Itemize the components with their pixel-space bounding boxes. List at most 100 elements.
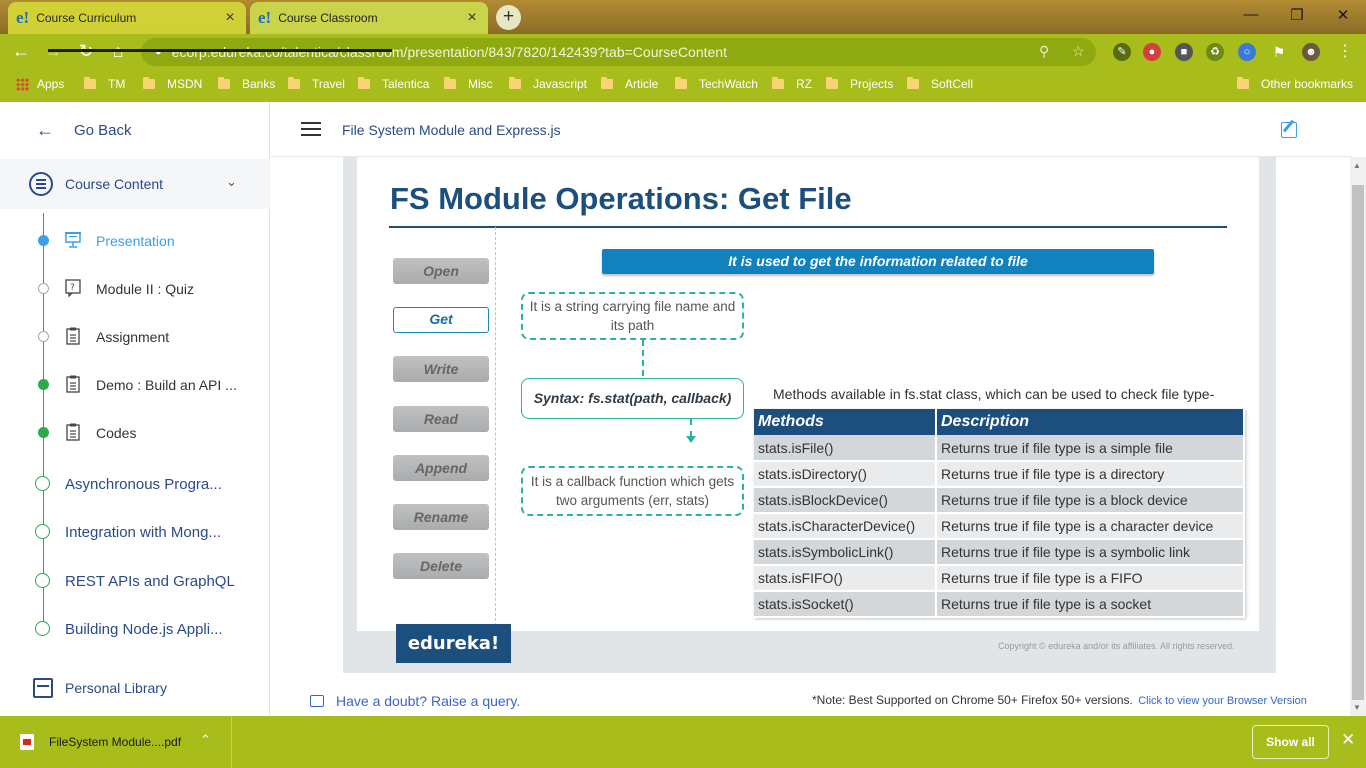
content-scrollbar[interactable]: ▲ ▼: [1350, 157, 1366, 716]
method-cell: stats.isSymbolicLink(): [754, 539, 937, 566]
bookmark-apps[interactable]: Apps: [16, 77, 64, 91]
bookmark-folder[interactable]: TM: [84, 77, 125, 91]
close-downloads-icon[interactable]: ✕: [1341, 730, 1355, 750]
url-text: ecorp.edureka.co/talentica/classroom/pre…: [171, 44, 727, 60]
close-window-icon[interactable]: ✕: [1331, 6, 1355, 24]
bookmark-label: MSDN: [167, 77, 203, 91]
pending-progress-dot: [38, 331, 49, 342]
sidebar-item-codes[interactable]: Codes: [0, 413, 270, 453]
current-progress-dot: [38, 235, 49, 246]
personal-library-link[interactable]: Personal Library: [0, 667, 270, 711]
extension-icon[interactable]: ■: [1175, 43, 1193, 61]
description-cell: Returns true if file type is a character…: [936, 513, 1245, 540]
minimize-icon[interactable]: —: [1239, 6, 1263, 23]
bookmark-star-icon[interactable]: ☆: [1072, 43, 1085, 60]
search-icon[interactable]: ⚲: [1039, 43, 1049, 60]
syntax-box: Syntax: fs.stat(path, callback): [521, 378, 744, 419]
show-all-button[interactable]: Show all: [1252, 725, 1329, 759]
scroll-down-icon[interactable]: ▼: [1353, 703, 1361, 712]
sidebar-item-presentation[interactable]: Presentation: [0, 221, 270, 261]
module-ring-icon: [35, 573, 50, 588]
edit-note-icon[interactable]: [1281, 122, 1297, 138]
scrollbar-thumb[interactable]: [1352, 185, 1364, 700]
folder-icon: [907, 77, 919, 89]
pdf-file-icon: [20, 734, 34, 750]
bookmark-folder[interactable]: TechWatch: [675, 77, 758, 91]
library-icon: [33, 678, 53, 698]
sidebar-module-mongo[interactable]: Integration with Mong...: [0, 510, 270, 554]
bookmark-folder[interactable]: Travel: [288, 77, 345, 91]
go-back-button[interactable]: ← Go Back: [0, 102, 270, 158]
description-cell: Returns true if file type is a symbolic …: [936, 539, 1245, 566]
sidebar-item-demo[interactable]: Demo : Build an API ...: [0, 365, 270, 405]
module-label: Asynchronous Progra...: [65, 476, 222, 493]
method-cell: stats.isCharacterDevice(): [754, 513, 937, 540]
dashed-divider: [495, 227, 496, 631]
download-item[interactable]: FileSystem Module....pdf ⌃: [0, 716, 232, 768]
bookmark-folder[interactable]: Javascript: [509, 77, 587, 91]
tab-title: Course Curriculum: [36, 11, 137, 25]
color-extension-icon[interactable]: ●: [1143, 43, 1161, 61]
lock-icon: ●: [155, 46, 162, 58]
bookmark-folder[interactable]: SoftCell: [907, 77, 973, 91]
eyedropper-extension-icon[interactable]: ✎: [1113, 43, 1131, 61]
module-label: Building Node.js Appli...: [65, 621, 223, 638]
apps-grid-icon: [16, 77, 29, 91]
bookmark-folder[interactable]: Banks: [218, 77, 275, 91]
sidebar-module-rest[interactable]: REST APIs and GraphQL: [0, 559, 270, 603]
other-bookmarks[interactable]: Other bookmarks: [1237, 77, 1353, 91]
connector-line: [690, 419, 692, 437]
folder-icon: [601, 77, 613, 89]
clipboard-icon: [66, 375, 80, 393]
new-tab-button[interactable]: +: [496, 5, 521, 30]
sidebar-module-building[interactable]: Building Node.js Appli...: [0, 607, 270, 651]
page-title: File System Module and Express.js: [342, 122, 561, 138]
folder-icon: [772, 77, 784, 89]
bookmark-folder[interactable]: Misc: [444, 77, 493, 91]
close-tab-icon[interactable]: ×: [464, 9, 480, 27]
bookmark-label: TM: [108, 77, 126, 91]
table-row: stats.isCharacterDevice() Returns true if…: [754, 513, 1245, 540]
bookmark-folder[interactable]: Article: [601, 77, 658, 91]
module-ring-icon: [35, 621, 50, 636]
edureka-favicon: e!: [258, 8, 272, 27]
scroll-up-icon[interactable]: ▲: [1353, 161, 1361, 170]
chevron-down-icon: ⌄: [226, 174, 237, 189]
puzzle-extensions-icon[interactable]: ⚑: [1270, 43, 1288, 61]
callback-note-box: It is a callback function which gets two…: [521, 466, 744, 516]
bookmarks-bar: Apps TM MSDN Banks Travel Talentica Misc…: [0, 70, 1366, 102]
browser-version-link[interactable]: Click to view your Browser Version: [1138, 695, 1307, 707]
tab-course-curriculum[interactable]: e! Course Curriculum ×: [8, 2, 246, 34]
back-icon[interactable]: ←: [10, 41, 32, 62]
folder-icon: [143, 77, 155, 89]
restore-icon[interactable]: ❐: [1285, 6, 1309, 24]
bookmark-folder[interactable]: RZ: [772, 77, 812, 91]
completed-progress-dot: [38, 379, 49, 390]
slide-banner: It is used to get the information relate…: [602, 249, 1154, 274]
address-bar[interactable]: ● ecorp.edureka.co/talentica/classroom/p…: [141, 38, 1096, 66]
bookmark-folder[interactable]: Talentica: [358, 77, 429, 91]
module-ring-icon: [35, 476, 50, 491]
sidebar-item-quiz[interactable]: ? Module II : Quiz: [0, 269, 270, 309]
course-content-toggle[interactable]: Course Content ⌄: [0, 159, 270, 209]
folder-icon: [218, 77, 230, 89]
profile-avatar-icon[interactable]: ☻: [1302, 43, 1320, 61]
pending-progress-dot: [38, 283, 49, 294]
sync-extension-icon[interactable]: ○: [1238, 43, 1256, 61]
recycle-extension-icon[interactable]: ♻: [1206, 43, 1224, 61]
hamburger-menu-icon[interactable]: [301, 122, 321, 136]
clipboard-icon: [66, 327, 80, 345]
bookmark-label: Misc: [468, 77, 493, 91]
sidebar-module-async[interactable]: Asynchronous Progra...: [0, 462, 270, 506]
raise-query-link[interactable]: Have a doubt? Raise a query.: [310, 693, 520, 709]
sidebar-item-assignment[interactable]: Assignment: [0, 317, 270, 357]
folder-icon: [826, 77, 838, 89]
bookmark-label: Other bookmarks: [1261, 77, 1354, 91]
edureka-favicon: e!: [16, 8, 30, 27]
tab-course-classroom[interactable]: e! Course Classroom ×: [250, 2, 488, 34]
bookmark-folder[interactable]: MSDN: [143, 77, 202, 91]
close-tab-icon[interactable]: ×: [222, 9, 238, 27]
more-menu-icon[interactable]: ⋮: [1336, 43, 1354, 61]
bookmark-folder[interactable]: Projects: [826, 77, 893, 91]
chevron-up-icon[interactable]: ⌃: [200, 732, 211, 748]
